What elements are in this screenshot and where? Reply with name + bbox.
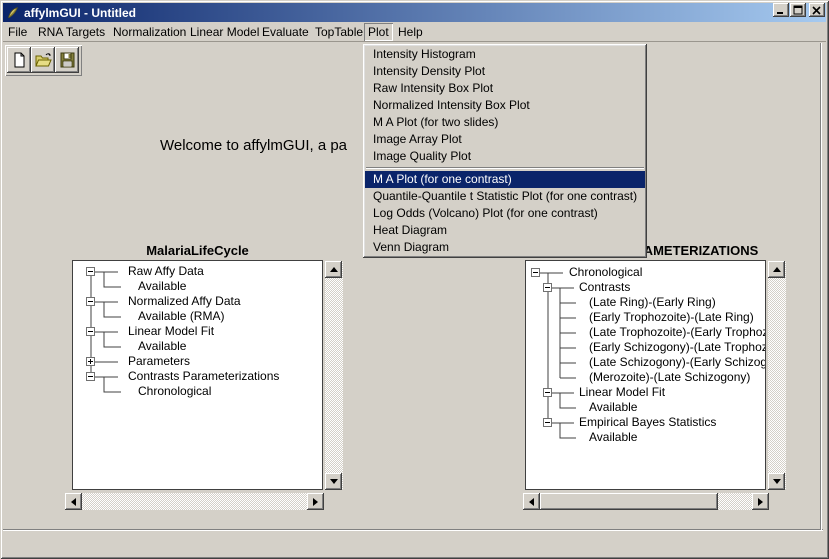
plot-dropdown-menu: Intensity Histogram Intensity Density Pl…: [363, 44, 647, 258]
menu-item-ma-plot-two-slides[interactable]: M A Plot (for two slides): [365, 114, 645, 131]
tree-item-contrast[interactable]: (Early Trophozoite)-(Late Ring): [589, 310, 754, 325]
scroll-up-button[interactable]: [768, 261, 785, 278]
scroll-left-button[interactable]: [523, 493, 540, 510]
tree-item-available[interactable]: Available: [138, 339, 186, 354]
menu-item-log-odds-volcano-plot[interactable]: Log Odds (Volcano) Plot (for one contras…: [365, 205, 645, 222]
tree-item-contrast[interactable]: (Late Schizogony)-(Early Schizogony): [589, 355, 766, 370]
welcome-message: Welcome to affylmGUI, a pa: [160, 137, 347, 154]
menu-item-heat-diagram[interactable]: Heat Diagram: [365, 222, 645, 239]
tree-item-chronological[interactable]: Chronological: [138, 384, 211, 399]
toolbar: [5, 45, 82, 76]
tree-item-contrasts[interactable]: Contrasts: [579, 280, 630, 295]
scroll-left-button[interactable]: [65, 493, 82, 510]
tree-expand-minus-icon[interactable]: [543, 388, 552, 397]
maximize-button[interactable]: [790, 3, 806, 17]
menubar-item-file[interactable]: File: [4, 23, 31, 41]
tree-item-raw-affy-data[interactable]: Raw Affy Data: [128, 264, 204, 279]
tree-item-contrasts-parameterizations[interactable]: Contrasts Parameterizations: [128, 369, 279, 384]
tree-expand-plus-icon[interactable]: [86, 357, 95, 366]
arrow-left-icon: [529, 498, 534, 506]
open-folder-icon: [34, 51, 53, 69]
scroll-down-button[interactable]: [768, 473, 785, 490]
close-button[interactable]: [809, 3, 825, 17]
tree-item-empirical-bayes-statistics[interactable]: Empirical Bayes Statistics: [579, 415, 716, 430]
tree-item-contrast[interactable]: (Late Trophozoite)-(Early Trophozoite): [589, 325, 766, 340]
menu-separator: [366, 167, 644, 169]
left-tree-title: MalariaLifeCycle: [72, 243, 323, 258]
menubar-item-normalization[interactable]: Normalization: [109, 23, 190, 41]
arrow-left-icon: [71, 498, 76, 506]
scrollbar-thumb[interactable]: [540, 493, 718, 510]
menu-item-image-array-plot[interactable]: Image Array Plot: [365, 131, 645, 148]
application-window: affylmGUI - Untitled File RNA Targets No…: [0, 0, 829, 559]
close-icon: [812, 6, 822, 15]
title-bar: affylmGUI - Untitled: [3, 3, 826, 22]
open-file-button[interactable]: [31, 47, 55, 73]
scroll-down-button[interactable]: [325, 473, 342, 490]
save-floppy-icon: [59, 51, 76, 69]
minimize-icon: [776, 5, 786, 15]
tree-item-linear-model-fit[interactable]: Linear Model Fit: [128, 324, 214, 339]
tree-expand-minus-icon[interactable]: [86, 297, 95, 306]
scroll-up-button[interactable]: [325, 261, 342, 278]
menu-item-normalized-intensity-box-plot[interactable]: Normalized Intensity Box Plot: [365, 97, 645, 114]
tree-expand-minus-icon[interactable]: [543, 283, 552, 292]
app-feather-icon: [6, 6, 20, 20]
right-tree-vertical-scrollbar[interactable]: [768, 261, 786, 490]
scroll-right-button[interactable]: [307, 493, 324, 510]
tree-expand-minus-icon[interactable]: [543, 418, 552, 427]
tree-expand-minus-icon[interactable]: [86, 327, 95, 336]
arrow-right-icon: [313, 498, 318, 506]
right-tree-view[interactable]: Chronological Contrasts (Late Ring)-(Ear…: [525, 260, 766, 490]
frame-divider: [820, 43, 822, 530]
minimize-button[interactable]: [773, 3, 789, 17]
tree-item-available[interactable]: Available: [589, 430, 637, 445]
left-tree-view[interactable]: Raw Affy Data Available Normalized Affy …: [72, 260, 323, 490]
menu-bar: File RNA Targets Normalization Linear Mo…: [3, 22, 826, 42]
new-file-button[interactable]: [7, 47, 31, 73]
save-file-button[interactable]: [55, 47, 79, 73]
tree-expand-minus-icon[interactable]: [531, 268, 540, 277]
arrow-down-icon: [330, 479, 338, 484]
menu-item-image-quality-plot[interactable]: Image Quality Plot: [365, 148, 645, 165]
tree-item-contrast[interactable]: (Early Schizogony)-(Late Trophozoite): [589, 340, 766, 355]
tree-item-linear-model-fit[interactable]: Linear Model Fit: [579, 385, 665, 400]
arrow-right-icon: [758, 498, 763, 506]
arrow-up-icon: [773, 267, 781, 272]
tree-expand-minus-icon[interactable]: [86, 372, 95, 381]
new-document-icon: [11, 51, 28, 69]
tree-item-chronological[interactable]: Chronological: [569, 265, 642, 280]
menubar-item-plot[interactable]: Plot: [364, 23, 393, 41]
menubar-item-help[interactable]: Help: [394, 23, 427, 41]
window-title: affylmGUI - Untitled: [24, 6, 136, 20]
menu-item-intensity-histogram[interactable]: Intensity Histogram: [365, 46, 645, 63]
tree-item-available[interactable]: Available: [589, 400, 637, 415]
frame-divider: [3, 529, 823, 531]
maximize-icon: [793, 5, 803, 15]
tree-item-available-rma[interactable]: Available (RMA): [138, 309, 224, 324]
menu-item-ma-plot-one-contrast[interactable]: M A Plot (for one contrast): [365, 171, 645, 188]
tree-item-contrast[interactable]: (Late Ring)-(Early Ring): [589, 295, 716, 310]
left-tree-horizontal-scrollbar[interactable]: [65, 493, 324, 510]
menu-item-intensity-density-plot[interactable]: Intensity Density Plot: [365, 63, 645, 80]
tree-expand-minus-icon[interactable]: [86, 267, 95, 276]
menu-item-raw-intensity-box-plot[interactable]: Raw Intensity Box Plot: [365, 80, 645, 97]
menubar-item-toptable[interactable]: TopTable: [311, 23, 367, 41]
tree-item-available[interactable]: Available: [138, 279, 186, 294]
menubar-item-linear-model[interactable]: Linear Model: [186, 23, 263, 41]
right-tree-horizontal-scrollbar[interactable]: [523, 493, 769, 510]
tree-item-parameters[interactable]: Parameters: [128, 354, 190, 369]
arrow-up-icon: [330, 267, 338, 272]
scroll-right-button[interactable]: [752, 493, 769, 510]
tree-item-normalized-affy-data[interactable]: Normalized Affy Data: [128, 294, 241, 309]
menubar-item-rna-targets[interactable]: RNA Targets: [34, 23, 109, 41]
menu-item-quantile-quantile-plot[interactable]: Quantile-Quantile t Statistic Plot (for …: [365, 188, 645, 205]
menubar-item-evaluate[interactable]: Evaluate: [258, 23, 313, 41]
menu-item-venn-diagram[interactable]: Venn Diagram: [365, 239, 645, 256]
left-tree-vertical-scrollbar[interactable]: [325, 261, 343, 490]
tree-item-contrast[interactable]: (Merozoite)-(Late Schizogony): [589, 370, 750, 385]
arrow-down-icon: [773, 479, 781, 484]
